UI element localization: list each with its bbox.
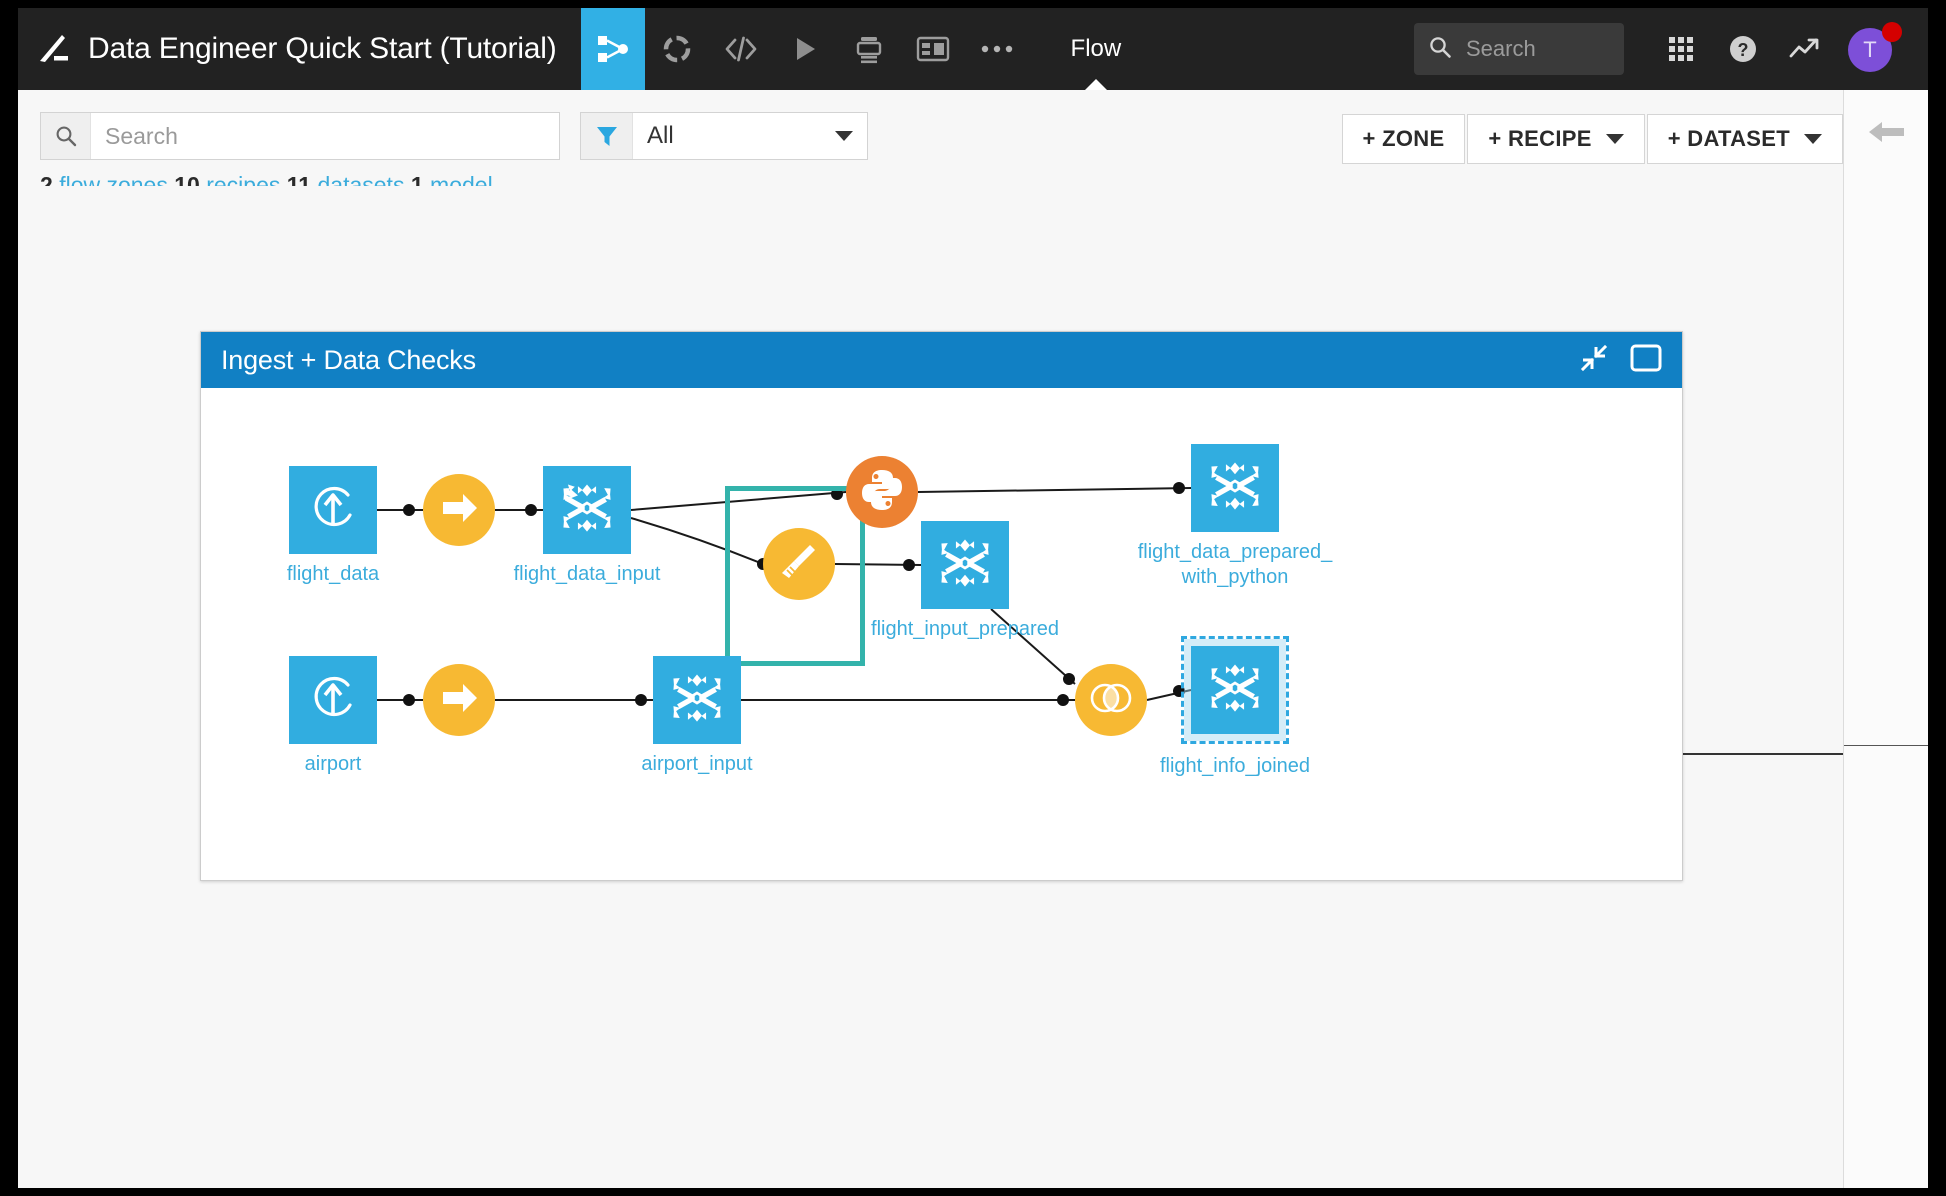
svg-text:?: ? — [1738, 40, 1749, 60]
upload-dataset-icon — [304, 479, 362, 542]
help-icon[interactable]: ? — [1712, 19, 1774, 79]
apps-grid-icon[interactable] — [1650, 19, 1712, 79]
add-recipe-label: + RECIPE — [1488, 126, 1592, 151]
dataiku-flow-app: Data Engineer Quick Start (Tutorial) Flo… — [18, 8, 1928, 1188]
snowflake-icon — [1206, 457, 1264, 520]
avatar[interactable]: T — [1848, 22, 1902, 76]
collapse-arrows-icon[interactable] — [1580, 344, 1608, 377]
zone-header-icons — [1580, 344, 1662, 377]
flow-canvas[interactable]: Ingest + Data Checks flight_data flight_… — [18, 186, 1843, 1188]
chevron-down-icon — [1804, 134, 1822, 144]
node-label: flight_input_prepared — [871, 618, 1059, 640]
node-label: flight_data_prepared_ with_python — [1137, 541, 1333, 588]
snowflake-icon — [668, 669, 726, 732]
node-label: flight_info_joined — [1159, 755, 1311, 777]
top-navigation-bar: Data Engineer Quick Start (Tutorial) Flo… — [18, 8, 1928, 90]
nav-item-more[interactable] — [965, 8, 1029, 90]
flow-node-prepare-recipe[interactable] — [763, 528, 835, 600]
adjacent-zone-edge — [1683, 753, 1843, 755]
dataset-box[interactable] — [653, 656, 741, 744]
nav-item-lab[interactable] — [645, 8, 709, 90]
zone-title: Ingest + Data Checks — [221, 344, 476, 375]
chevron-down-icon[interactable] — [821, 113, 867, 159]
notification-badge — [1882, 22, 1902, 42]
flow-toolbar: All 2 flow zones 10 recipes 11 datasets … — [18, 90, 1843, 198]
sync-arrow-icon — [437, 676, 481, 725]
node-label: flight_data — [286, 563, 380, 585]
topnav-right-group: ? T — [1414, 8, 1928, 90]
chevron-down-icon — [1605, 134, 1624, 144]
flow-node-flight_data_input[interactable]: flight_data_input — [514, 466, 660, 585]
add-dataset-label: + DATASET — [1667, 126, 1790, 151]
panel-divider — [1844, 745, 1928, 746]
node-label: flight_data_input — [513, 563, 661, 585]
broom-prepare-icon — [777, 540, 821, 589]
add-zone-label: + ZONE — [1362, 126, 1445, 151]
recipe-circle[interactable] — [1075, 664, 1147, 736]
dataset-box[interactable] — [289, 466, 377, 554]
recipe-circle[interactable] — [763, 528, 835, 600]
flow-node-sync-recipe-2[interactable] — [423, 664, 495, 736]
add-dataset-button[interactable]: + DATASET — [1646, 114, 1843, 164]
dataset-box[interactable] — [921, 521, 1009, 609]
join-venn-icon — [1088, 680, 1134, 721]
global-search-input[interactable] — [1466, 36, 1610, 62]
recipe-circle[interactable] — [423, 474, 495, 546]
python-icon — [859, 467, 905, 518]
funnel-filter-icon — [581, 113, 633, 159]
sync-arrow-icon — [437, 486, 481, 535]
nav-icon-group — [580, 8, 1029, 90]
upload-dataset-icon — [304, 669, 362, 732]
flow-node-flight_data_prepared_with_python[interactable]: flight_data_prepared_ with_python — [1138, 444, 1332, 588]
snowflake-icon — [1206, 659, 1264, 722]
window-rect-icon[interactable] — [1630, 344, 1662, 377]
add-recipe-button[interactable]: + RECIPE — [1467, 114, 1645, 164]
section-caret-icon — [1084, 79, 1107, 90]
flow-node-airport_input[interactable]: airport_input — [641, 656, 753, 775]
flow-search-input[interactable] — [91, 113, 559, 159]
global-search-box[interactable] — [1414, 23, 1624, 75]
trending-up-icon[interactable] — [1774, 19, 1836, 79]
snowflake-icon — [936, 534, 994, 597]
flow-filter-value: All — [647, 122, 674, 149]
nav-item-dashboards[interactable] — [901, 8, 965, 90]
flow-node-flight_info_joined[interactable]: flight_info_joined — [1160, 636, 1310, 777]
dataset-box[interactable] — [289, 656, 377, 744]
nav-item-jobs[interactable] — [837, 8, 901, 90]
snowflake-icon — [558, 479, 616, 542]
nav-item-code[interactable] — [709, 8, 773, 90]
recipe-circle[interactable] — [846, 456, 918, 528]
recipe-circle[interactable] — [423, 664, 495, 736]
nav-item-flow[interactable] — [580, 8, 645, 90]
right-side-panel — [1843, 90, 1928, 1188]
flow-node-sync-recipe-1[interactable] — [423, 474, 495, 546]
node-label: airport_input — [641, 753, 753, 775]
dataset-box[interactable] — [543, 466, 631, 554]
search-icon — [41, 113, 91, 159]
flow-action-buttons: + ZONE + RECIPE + DATASET — [1340, 114, 1843, 164]
project-title: Data Engineer Quick Start (Tutorial) — [88, 32, 557, 65]
current-section-label: Flow — [1043, 8, 1150, 90]
flow-zone-ingest-data-checks[interactable]: Ingest + Data Checks flight_data flight_… — [200, 331, 1683, 881]
dataset-box[interactable] — [1181, 636, 1289, 744]
flow-node-flight_data[interactable]: flight_data — [287, 466, 379, 585]
flow-node-python-recipe[interactable] — [846, 456, 918, 528]
nav-item-automation[interactable] — [773, 8, 837, 90]
node-label: airport — [304, 753, 362, 775]
zone-header[interactable]: Ingest + Data Checks — [201, 332, 1682, 388]
arrow-left-icon — [1865, 114, 1909, 155]
dataiku-logo-icon[interactable] — [18, 8, 88, 90]
search-icon — [1428, 35, 1452, 64]
panel-collapse-button[interactable] — [1844, 104, 1928, 164]
flow-filter-select[interactable]: All — [580, 112, 868, 160]
flow-node-flight_input_prepared[interactable]: flight_input_prepared — [871, 521, 1059, 640]
flow-search-box[interactable] — [40, 112, 560, 160]
flow-node-airport[interactable]: airport — [289, 656, 377, 775]
flow-node-join-recipe[interactable] — [1075, 664, 1147, 736]
current-section-text: Flow — [1070, 35, 1122, 62]
add-zone-button[interactable]: + ZONE — [1341, 114, 1466, 164]
zone-body[interactable]: flight_data flight_data_input flight_inp… — [201, 388, 1682, 881]
dataset-box[interactable] — [1191, 444, 1279, 532]
